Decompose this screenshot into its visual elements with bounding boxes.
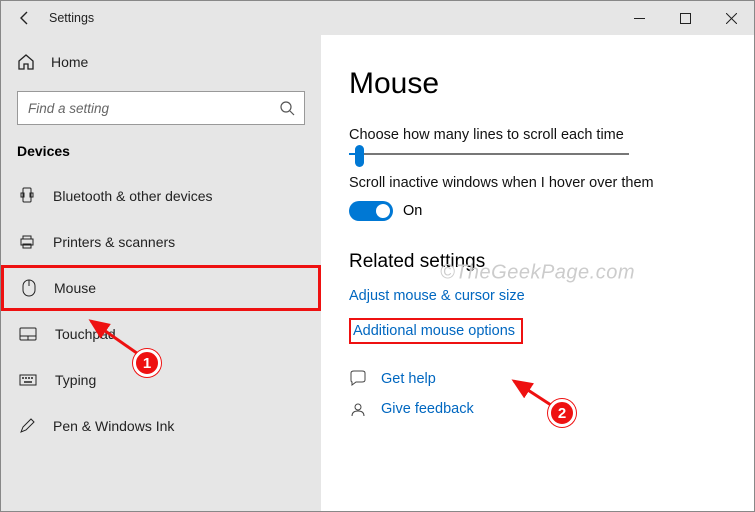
annotation-badge-1: 1 — [133, 349, 161, 377]
home-icon — [17, 53, 35, 71]
slider-thumb[interactable] — [355, 145, 364, 167]
back-button[interactable] — [1, 1, 49, 35]
toggle-state-text: On — [403, 203, 422, 219]
get-help-text: Get help — [381, 371, 436, 387]
sidebar-item-bluetooth[interactable]: Bluetooth & other devices — [1, 173, 321, 219]
annotation-badge-2: 2 — [548, 399, 576, 427]
scroll-inactive-toggle[interactable] — [349, 201, 393, 221]
sidebar-item-typing[interactable]: Typing — [1, 357, 321, 403]
sidebar-item-mouse[interactable]: Mouse — [1, 265, 321, 311]
link-adjust-mouse[interactable]: Adjust mouse & cursor size — [349, 288, 525, 304]
scroll-inactive-label: Scroll inactive windows when I hover ove… — [349, 175, 722, 191]
sidebar-item-pen[interactable]: Pen & Windows Ink — [1, 403, 321, 449]
link-additional-mouse-options[interactable]: Additional mouse options — [353, 323, 515, 339]
pen-icon — [19, 418, 35, 434]
sidebar-item-label: Pen & Windows Ink — [53, 418, 174, 434]
sidebar-home-label: Home — [51, 54, 88, 70]
sidebar-item-label: Bluetooth & other devices — [53, 188, 213, 204]
scroll-lines-label: Choose how many lines to scroll each tim… — [349, 127, 722, 143]
related-settings-heading: Related settings — [349, 251, 722, 273]
sidebar-item-label: Printers & scanners — [53, 234, 175, 250]
content-pane: ©TheGeekPage.com Mouse Choose how many l… — [321, 35, 754, 511]
sidebar-item-touchpad[interactable]: Touchpad — [1, 311, 321, 357]
sidebar-home[interactable]: Home — [1, 53, 321, 91]
scroll-lines-slider[interactable] — [349, 153, 722, 155]
bluetooth-icon — [19, 187, 35, 205]
mouse-icon — [22, 279, 36, 297]
close-button[interactable] — [708, 1, 754, 35]
page-title: Mouse — [349, 67, 722, 101]
sidebar-item-label: Mouse — [54, 280, 96, 296]
sidebar-item-label: Typing — [55, 372, 96, 388]
give-feedback-text: Give feedback — [381, 401, 474, 417]
titlebar: Settings — [1, 1, 754, 35]
sidebar-group-label: Devices — [1, 143, 321, 173]
touchpad-icon — [19, 327, 37, 341]
window-title: Settings — [49, 11, 94, 25]
printer-icon — [19, 234, 35, 250]
sidebar-item-printers[interactable]: Printers & scanners — [1, 219, 321, 265]
search-input[interactable] — [17, 91, 305, 125]
maximize-button[interactable] — [662, 1, 708, 35]
feedback-icon — [349, 400, 367, 418]
sidebar: Home Devices Bluetooth & other devices P… — [1, 35, 321, 511]
minimize-button[interactable] — [616, 1, 662, 35]
search-icon — [279, 100, 295, 116]
help-icon — [349, 370, 367, 388]
search-wrap — [17, 91, 305, 125]
keyboard-icon — [19, 374, 37, 386]
